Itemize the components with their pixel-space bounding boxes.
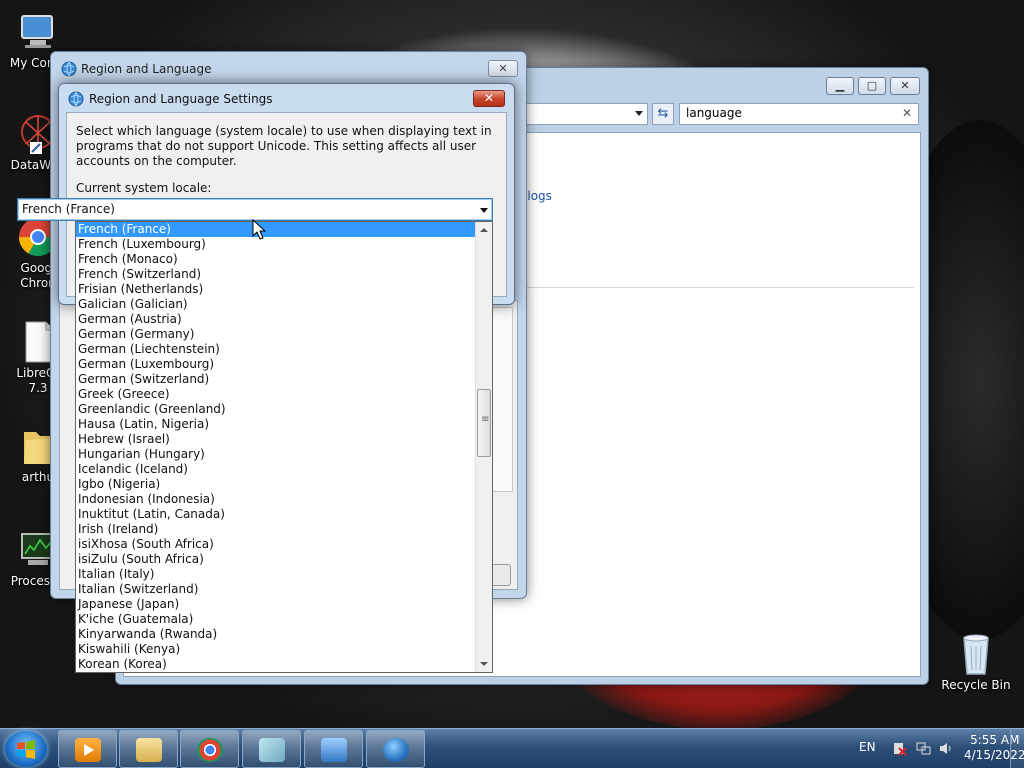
locale-option[interactable]: German (Luxembourg) xyxy=(76,357,477,372)
action-center-flag-icon[interactable] xyxy=(892,741,907,756)
clear-search-icon[interactable]: ✕ xyxy=(902,106,912,120)
locale-option[interactable]: Galician (Galician) xyxy=(76,297,477,312)
globe-icon xyxy=(68,91,84,107)
current-locale-label: Current system locale: xyxy=(76,181,212,195)
locale-option[interactable]: French (France) xyxy=(76,222,477,237)
media-player-icon xyxy=(75,738,101,762)
close-button[interactable]: ✕ xyxy=(473,90,505,107)
address-bar[interactable] xyxy=(526,103,648,125)
locale-option[interactable]: Kinyarwanda (Rwanda) xyxy=(76,627,477,642)
notepad-icon xyxy=(259,738,285,762)
taskbar-region-language[interactable] xyxy=(366,730,425,768)
dialog-description: Select which language (system locale) to… xyxy=(76,124,492,168)
locale-option[interactable]: Italian (Italy) xyxy=(76,567,477,582)
locale-option[interactable]: Inuktitut (Latin, Canada) xyxy=(76,507,477,522)
locale-option[interactable]: Indonesian (Indonesia) xyxy=(76,492,477,507)
locale-option[interactable]: Greek (Greece) xyxy=(76,387,477,402)
locale-option[interactable]: Irish (Ireland) xyxy=(76,522,477,537)
locale-option[interactable]: German (Switzerland) xyxy=(76,372,477,387)
globe-icon xyxy=(61,61,77,77)
input-language-indicator[interactable]: EN xyxy=(859,740,876,754)
locale-option[interactable]: German (Austria) xyxy=(76,312,477,327)
search-input[interactable]: language ✕ xyxy=(679,103,919,125)
locale-option[interactable]: Kiswahili (Kenya) xyxy=(76,642,477,657)
locale-option[interactable]: Icelandic (Iceland) xyxy=(76,462,477,477)
chevron-down-icon[interactable] xyxy=(480,208,488,213)
dropdown-scrollbar[interactable] xyxy=(475,222,492,672)
refresh-icon: ⇆ xyxy=(657,106,669,121)
start-button[interactable] xyxy=(5,731,47,767)
system-locale-select[interactable]: French (France) xyxy=(17,198,493,221)
divider xyxy=(520,287,914,288)
close-button[interactable]: ✕ xyxy=(488,60,518,77)
locale-option[interactable]: Japanese (Japan) xyxy=(76,597,477,612)
taskbar: EN 5:55 AM 4/15/2022 xyxy=(0,728,1024,768)
locale-options: French (France) French (Luxembourg) French… xyxy=(76,222,477,672)
taskbar-explorer[interactable] xyxy=(119,730,178,768)
window-title: Region and Language xyxy=(81,62,212,76)
refresh-button[interactable]: ⇆ xyxy=(652,103,674,125)
scroll-up-button[interactable] xyxy=(476,222,492,238)
mouse-cursor-icon xyxy=(252,219,266,240)
control-panel-icon xyxy=(321,738,347,762)
taskbar-notepad[interactable] xyxy=(242,730,301,768)
locale-option[interactable]: isiXhosa (South Africa) xyxy=(76,537,477,552)
locale-option[interactable]: Korean (Korea) xyxy=(76,657,477,672)
chrome-icon xyxy=(197,738,223,762)
taskbar-media-player[interactable] xyxy=(58,730,117,768)
scrollbar-thumb[interactable] xyxy=(477,389,491,457)
locale-option[interactable]: Igbo (Nigeria) xyxy=(76,477,477,492)
locale-option[interactable]: Greenlandic (Greenland) xyxy=(76,402,477,417)
minimize-button[interactable]: ▁ xyxy=(826,77,854,95)
network-icon[interactable] xyxy=(916,741,931,756)
region-language-icon xyxy=(383,738,409,762)
selected-locale-value: French (France) xyxy=(22,202,115,216)
explorer-icon xyxy=(136,738,162,762)
locale-option[interactable]: isiZulu (South Africa) xyxy=(76,552,477,567)
locale-dropdown-list[interactable]: French (France) French (Luxembourg) French… xyxy=(75,221,493,673)
locale-option[interactable]: Hungarian (Hungary) xyxy=(76,447,477,462)
locale-option[interactable]: Italian (Switzerland) xyxy=(76,582,477,597)
taskbar-control-panel[interactable] xyxy=(304,730,363,768)
show-desktop-button[interactable] xyxy=(1010,729,1024,768)
search-input-value: language xyxy=(686,106,742,120)
computer-icon xyxy=(16,10,60,54)
windows-logo-icon xyxy=(17,740,35,759)
locale-option[interactable]: German (Liechtenstein) xyxy=(76,342,477,357)
taskbar-chrome[interactable] xyxy=(180,730,239,768)
locale-option[interactable]: French (Monaco) xyxy=(76,252,477,267)
system-tray: EN 5:55 AM 4/15/2022 xyxy=(824,729,1024,768)
locale-option[interactable]: French (Switzerland) xyxy=(76,267,477,282)
chevron-down-icon[interactable] xyxy=(635,111,643,116)
locale-option[interactable]: Hebrew (Israel) xyxy=(76,432,477,447)
locale-option[interactable]: French (Luxembourg) xyxy=(76,237,477,252)
desktop-icon-label: Recycle Bin xyxy=(941,678,1011,692)
locale-option[interactable]: K'iche (Guatemala) xyxy=(76,612,477,627)
locale-option[interactable]: Frisian (Netherlands) xyxy=(76,282,477,297)
dialog-title: Region and Language Settings xyxy=(89,92,273,106)
maximize-button[interactable]: ▢ xyxy=(858,77,886,95)
close-button[interactable]: ✕ xyxy=(890,77,920,95)
desktop-icon-recycle-bin[interactable]: Recycle Bin xyxy=(938,632,1014,693)
locale-option[interactable]: Hausa (Latin, Nigeria) xyxy=(76,417,477,432)
scroll-down-button[interactable] xyxy=(476,656,492,672)
locale-option[interactable]: German (Germany) xyxy=(76,327,477,342)
volume-icon[interactable] xyxy=(938,741,953,756)
recycle-bin-icon xyxy=(954,632,998,676)
